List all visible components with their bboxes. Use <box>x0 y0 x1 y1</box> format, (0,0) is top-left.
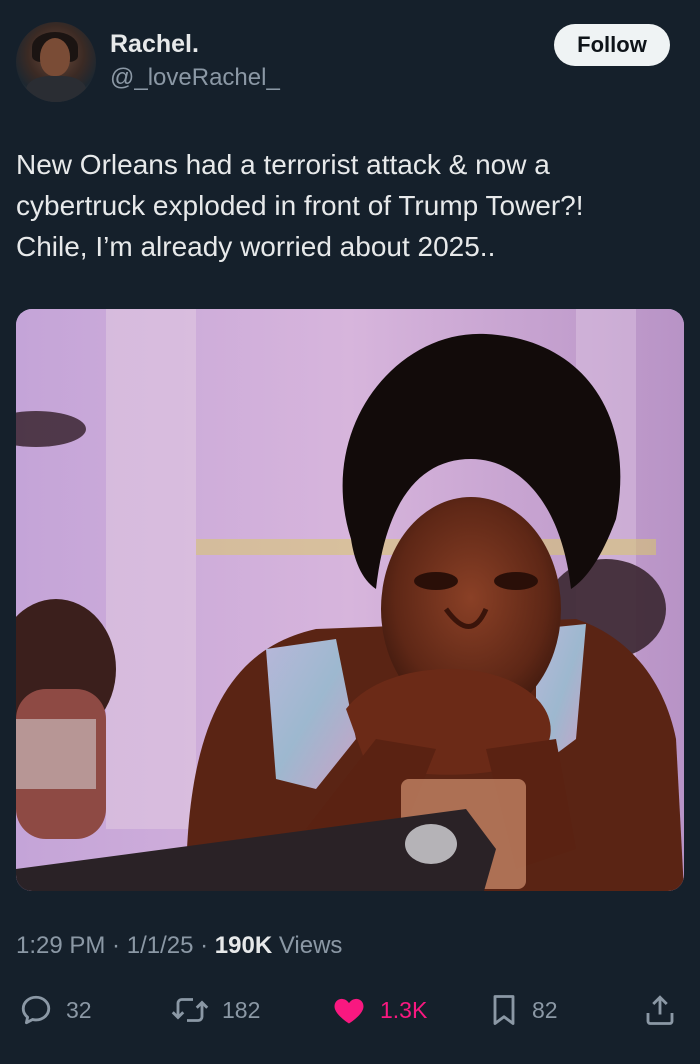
author-display-name[interactable]: Rachel. <box>110 30 199 59</box>
bookmark-button[interactable]: 82 <box>488 988 558 1032</box>
bookmark-count: 82 <box>532 996 558 1023</box>
tweet-text: New Orleans had a terrorist attack & now… <box>16 149 584 262</box>
reply-button[interactable]: 32 <box>18 988 92 1032</box>
reply-icon <box>18 992 54 1028</box>
retweet-count: 182 <box>222 996 261 1023</box>
tweet-media-image[interactable] <box>16 309 684 891</box>
follow-button[interactable]: Follow <box>554 24 670 66</box>
share-icon <box>642 992 678 1028</box>
tweet-date[interactable]: 1/1/25 <box>127 932 194 959</box>
meta-separator: · <box>105 932 127 959</box>
media-illustration <box>16 309 684 891</box>
retweet-button[interactable]: 182 <box>170 988 260 1032</box>
views-label: Views <box>272 932 343 959</box>
tweet-meta: 1:29 PM · 1/1/25 · 190K Views <box>16 932 342 960</box>
views-count: 190K <box>214 932 273 959</box>
tweet-actions-bar: 32 182 1.3K 82 <box>0 988 700 1036</box>
like-count: 1.3K <box>380 996 428 1023</box>
avatar-face <box>40 38 70 76</box>
avatar-shirt <box>26 76 86 102</box>
avatar[interactable] <box>16 22 96 102</box>
heart-icon <box>330 992 368 1028</box>
tweet-header: Rachel. @_loveRachel_ Follow <box>0 0 700 110</box>
like-button[interactable]: 1.3K <box>330 988 427 1032</box>
bookmark-icon <box>488 992 520 1028</box>
share-button[interactable] <box>642 988 678 1032</box>
retweet-icon <box>170 992 210 1028</box>
tweet-time[interactable]: 1:29 PM <box>16 932 105 959</box>
reply-count: 32 <box>66 996 92 1023</box>
author-handle[interactable]: @_loveRachel_ <box>110 64 280 92</box>
meta-separator: · <box>193 932 215 959</box>
